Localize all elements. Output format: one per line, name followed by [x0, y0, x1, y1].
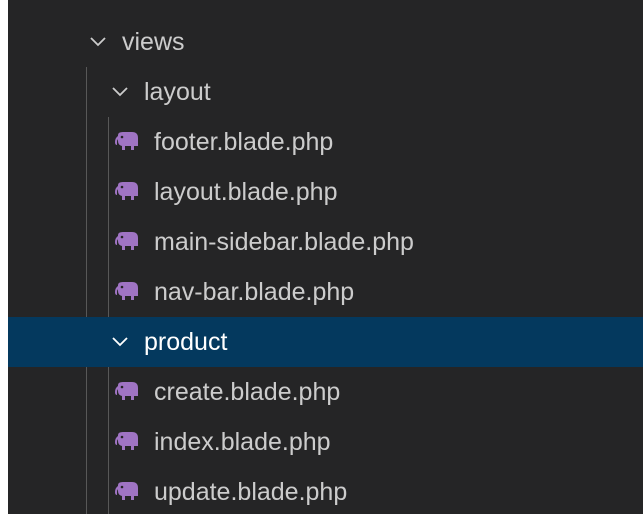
file-label: footer.blade.php	[154, 127, 334, 156]
php-elephant-icon	[114, 431, 140, 453]
php-elephant-icon	[114, 181, 140, 203]
php-elephant-icon	[114, 231, 140, 253]
php-elephant-icon	[114, 281, 140, 303]
file-update-blade[interactable]: update.blade.php	[8, 467, 643, 514]
folder-views-label: views	[122, 27, 185, 56]
chevron-down-icon	[110, 332, 130, 352]
folder-views[interactable]: views	[8, 17, 643, 67]
file-explorer-tree: views layout footer.blade.php layout.bla…	[8, 0, 643, 514]
file-main-sidebar-blade[interactable]: main-sidebar.blade.php	[8, 217, 643, 267]
file-label: nav-bar.blade.php	[154, 277, 355, 306]
file-label: update.blade.php	[154, 477, 348, 506]
php-elephant-icon	[114, 381, 140, 403]
chevron-down-icon	[88, 32, 108, 52]
file-create-blade[interactable]: create.blade.php	[8, 367, 643, 417]
file-index-blade[interactable]: index.blade.php	[8, 417, 643, 467]
file-layout-blade[interactable]: layout.blade.php	[8, 167, 643, 217]
file-label: main-sidebar.blade.php	[154, 227, 414, 256]
folder-layout-label: layout	[144, 77, 211, 106]
chevron-down-icon	[110, 82, 130, 102]
folder-layout[interactable]: layout	[8, 67, 643, 117]
file-label: create.blade.php	[154, 377, 341, 406]
folder-product[interactable]: product	[8, 317, 643, 367]
php-elephant-icon	[114, 481, 140, 503]
folder-product-label: product	[144, 327, 228, 356]
file-label: index.blade.php	[154, 427, 331, 456]
file-label: layout.blade.php	[154, 177, 338, 206]
file-nav-bar-blade[interactable]: nav-bar.blade.php	[8, 267, 643, 317]
php-elephant-icon	[114, 131, 140, 153]
file-footer-blade[interactable]: footer.blade.php	[8, 117, 643, 167]
